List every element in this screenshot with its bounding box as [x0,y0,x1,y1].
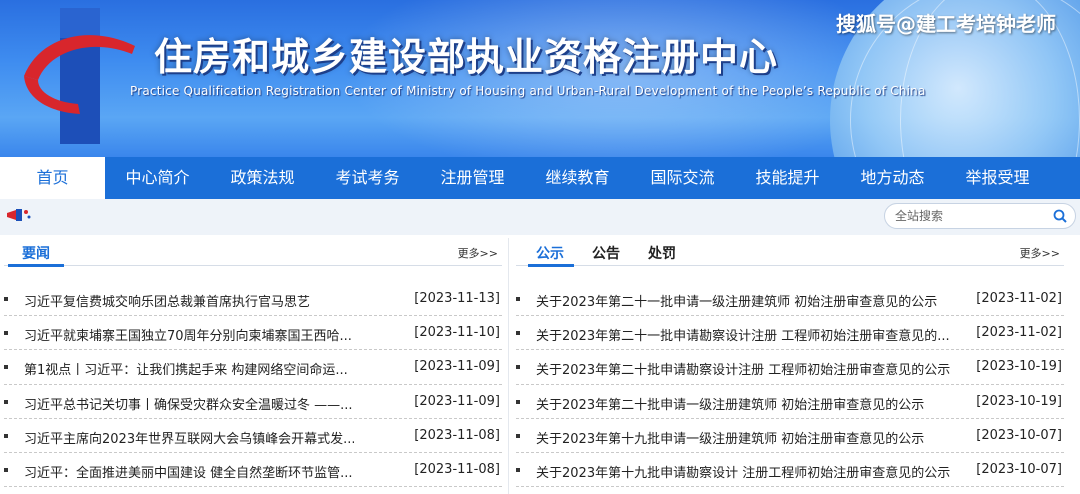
list-item: 关于2023年第二十一批申请一级注册建筑师 初始注册审查意见的公示 [2023-1… [516,282,1064,317]
search-input[interactable] [895,207,1045,225]
list-item: 第1视点丨习近平：让我们携起手来 构建网络空间命运... [2023-11-09] [4,350,502,385]
news-title[interactable]: 习近平：全面推进美丽中国建设 健全自然垄断环节监管... [24,462,354,481]
bullet-icon [516,433,520,438]
news-title[interactable]: 习近平复信费城交响乐团总裁兼首席执行官马思艺 [24,291,354,310]
bullet-icon [4,433,8,438]
news-date: [2023-11-08] [414,427,500,443]
list-item: 习近平复信费城交响乐团总裁兼首席执行官马思艺 [2023-11-13] [4,282,502,317]
list-item: 关于2023年第十九批申请勘察设计 注册工程师初始注册审查意见的公示 [2023-… [516,453,1064,488]
site-search [884,203,1076,229]
notices-list: 关于2023年第二十一批申请一级注册建筑师 初始注册审查意见的公示 [2023-1… [516,282,1064,488]
news-date: [2023-11-09] [414,393,500,409]
notice-title[interactable]: 关于2023年第二十批申请一级注册建筑师 初始注册审查意见的公示 [536,394,956,413]
list-item: 关于2023年第二十批申请勘察设计注册 工程师初始注册审查意见的公示 [2023-… [516,350,1064,385]
notice-date: [2023-10-07] [976,427,1062,443]
notices-panel: 公示 公告 处罚 更多>> 关于2023年第二十一批申请一级注册建筑师 初始注册… [516,240,1064,494]
news-title[interactable]: 习近平主席向2023年世界互联网大会乌镇峰会开幕式发... [24,428,354,447]
notice-date: [2023-10-19] [976,393,1062,409]
search-icon[interactable] [1053,209,1067,223]
tab-announcement[interactable]: 公告 [592,243,620,263]
notice-date: [2023-11-02] [976,325,1062,341]
bullet-icon [516,467,520,472]
news-title[interactable]: 习近平总书记关切事丨确保受灾群众安全温暖过冬 ——... [24,394,354,413]
bullet-icon [4,297,8,301]
notice-date: [2023-10-07] [976,461,1062,477]
news-date: [2023-11-13] [414,291,500,306]
notice-title[interactable]: 关于2023年第二十一批申请勘察设计注册 工程师初始注册审查意见的... [536,325,956,344]
list-item: 习近平总书记关切事丨确保受灾群众安全温暖过冬 ——... [2023-11-09] [4,385,502,419]
panel-divider [508,238,509,494]
nav-item-education[interactable]: 继续教育 [525,157,630,199]
tab-penalty[interactable]: 处罚 [648,243,676,263]
main-nav: 首页 中心简介 政策法规 考试考务 注册管理 继续教育 国际交流 技能提升 地方… [0,157,1080,199]
news-date: [2023-11-09] [414,359,500,375]
tab-news[interactable]: 要闻 [22,243,50,263]
list-item: 习近平就柬埔寨王国独立70周年分别向柬埔寨国王西哈... [2023-11-10] [4,316,502,351]
nav-item-local[interactable]: 地方动态 [840,157,945,199]
site-title: 住房和城乡建设部执业资格注册中心 [154,34,779,79]
news-date: [2023-11-10] [414,325,500,341]
list-item: 关于2023年第二十一批申请勘察设计注册 工程师初始注册审查意见的... [202… [516,316,1064,351]
news-list: 习近平复信费城交响乐团总裁兼首席执行官马思艺 [2023-11-13] 习近平就柬… [4,282,502,488]
bullet-icon [516,399,520,404]
nav-item-skills[interactable]: 技能提升 [735,157,840,199]
notices-panel-header: 公示 公告 处罚 更多>> [516,240,1064,267]
site-subtitle: Practice Qualification Registration Cent… [130,84,926,98]
notice-title[interactable]: 关于2023年第二十一批申请一级注册建筑师 初始注册审查意见的公示 [536,291,956,310]
notice-date: [2023-10-19] [976,359,1062,375]
bullet-icon [516,365,520,370]
news-panel-header: 要闻 更多>> [4,240,502,267]
nav-item-exams[interactable]: 考试考务 [315,157,420,199]
bullet-icon [4,365,8,370]
site-logo[interactable] [20,6,145,146]
tab-underline [8,264,64,267]
bullet-icon [4,331,8,336]
watermark-text: 搜狐号@建工考培钟老师 [836,12,1056,36]
list-item: 关于2023年第十九批申请一级注册建筑师 初始注册审查意见的公示 [2023-10… [516,419,1064,453]
tab-publicity[interactable]: 公示 [536,243,564,263]
nav-item-registration[interactable]: 注册管理 [420,157,525,199]
notice-title[interactable]: 关于2023年第十九批申请勘察设计 注册工程师初始注册审查意见的公示 [536,462,956,481]
bullet-icon [4,467,8,472]
notices-more-link[interactable]: 更多>> [1020,245,1060,261]
notice-date: [2023-11-02] [976,291,1062,306]
notice-title[interactable]: 关于2023年第二十批申请勘察设计注册 工程师初始注册审查意见的公示 [536,359,956,378]
nav-item-international[interactable]: 国际交流 [630,157,735,199]
news-panel: 要闻 更多>> 习近平复信费城交响乐团总裁兼首席执行官马思艺 [2023-11-1… [4,240,502,494]
bullet-icon [516,297,520,301]
list-item: 习近平：全面推进美丽中国建设 健全自然垄断环节监管... [2023-11-08] [4,453,502,488]
list-item: 习近平主席向2023年世界互联网大会乌镇峰会开幕式发... [2023-11-08… [4,419,502,453]
bullet-icon [516,331,520,336]
notice-title[interactable]: 关于2023年第十九批申请一级注册建筑师 初始注册审查意见的公示 [536,428,956,447]
list-item: 关于2023年第二十批申请一级注册建筑师 初始注册审查意见的公示 [2023-10… [516,385,1064,419]
news-date: [2023-11-08] [414,461,500,477]
nav-item-about[interactable]: 中心简介 [105,157,210,199]
tab-underline [528,264,574,267]
bullet-icon [4,399,8,404]
news-title[interactable]: 第1视点丨习近平：让我们携起手来 构建网络空间命运... [24,359,354,378]
news-title[interactable]: 习近平就柬埔寨王国独立70周年分别向柬埔寨国王西哈... [24,325,354,344]
nav-item-home[interactable]: 首页 [0,157,105,199]
nav-item-policies[interactable]: 政策法规 [210,157,315,199]
megaphone-icon [7,209,31,221]
nav-item-report[interactable]: 举报受理 [945,157,1050,199]
news-more-link[interactable]: 更多>> [458,245,498,261]
